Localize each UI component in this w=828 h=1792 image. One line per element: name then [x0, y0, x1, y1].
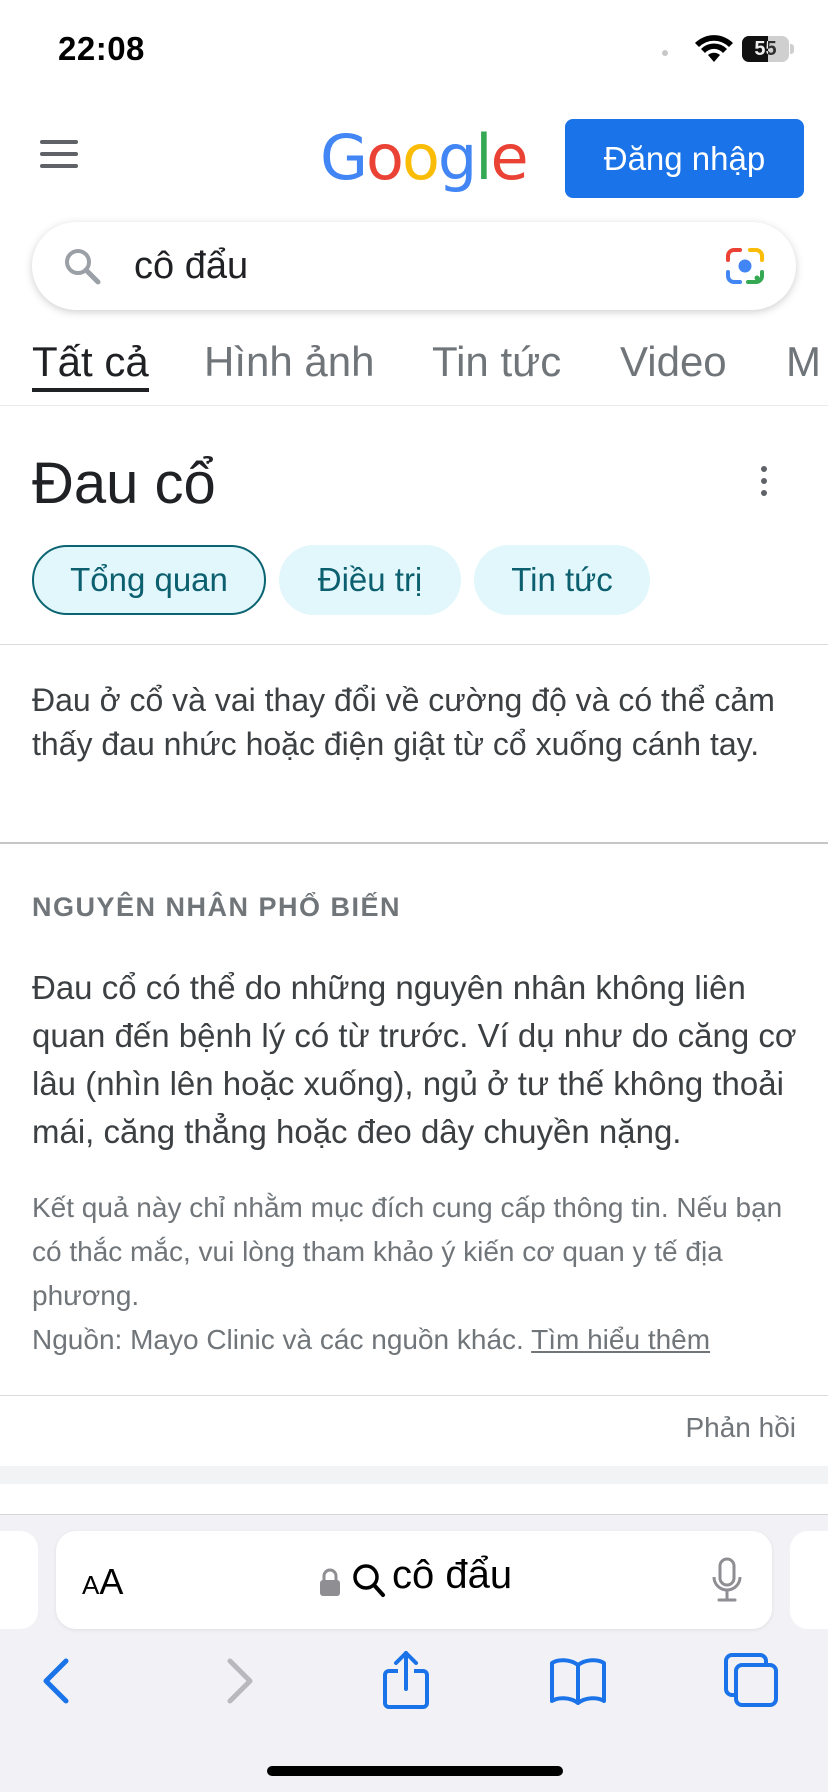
- home-indicator[interactable]: [267, 1766, 563, 1776]
- chip-overview[interactable]: Tổng quan: [32, 545, 266, 615]
- share-icon[interactable]: [376, 1651, 436, 1711]
- menu-icon[interactable]: [40, 140, 80, 170]
- chip-news[interactable]: Tin tức: [474, 545, 650, 615]
- divider: [0, 644, 828, 645]
- search-box[interactable]: cô đẩu: [32, 222, 796, 310]
- microphone-icon[interactable]: [710, 1557, 744, 1603]
- tab-news[interactable]: Tin tức: [432, 338, 561, 386]
- status-bar: 22:08 55: [0, 0, 828, 100]
- divider: [0, 842, 828, 844]
- section-heading: NGUYÊN NHÂN PHỔ BIẾN: [32, 892, 402, 922]
- bookmarks-icon[interactable]: [548, 1651, 608, 1711]
- section-text: Đau cổ có thể do những nguyên nhân không…: [32, 969, 797, 1150]
- disclaimer-text: Kết quả này chỉ nhằm mục đích cung cấp t…: [32, 1192, 783, 1311]
- google-logo[interactable]: Google: [320, 118, 529, 198]
- section-separator: [0, 1466, 828, 1484]
- source-text: Nguồn: Mayo Clinic và các nguồn khác.: [32, 1324, 524, 1355]
- forward-icon[interactable]: [206, 1651, 266, 1711]
- google-lens-icon[interactable]: [724, 246, 766, 286]
- previous-tab-peek[interactable]: [0, 1531, 38, 1629]
- next-tab-peek[interactable]: [790, 1531, 828, 1629]
- search-icon: [353, 1564, 385, 1597]
- tab-all[interactable]: Tất cả: [32, 338, 149, 392]
- search-tabs: Tất cả Hình ảnh Tin tức Video M: [0, 338, 828, 406]
- learn-more-link[interactable]: Tìm hiểu thêm: [531, 1324, 710, 1355]
- browser-toolbar: AA cô đẩu: [0, 1514, 828, 1792]
- status-time: 22:08: [58, 30, 145, 67]
- address-bar[interactable]: AA cô đẩu: [56, 1531, 772, 1629]
- tabs-icon[interactable]: [722, 1651, 782, 1711]
- divider: [0, 1395, 828, 1396]
- panel-title: Đau cổ: [32, 451, 216, 516]
- tab-video[interactable]: Video: [620, 338, 727, 386]
- search-input[interactable]: cô đẩu: [134, 222, 248, 310]
- battery-level: 55: [754, 38, 777, 60]
- feedback-link[interactable]: Phản hồi: [685, 1412, 796, 1444]
- chip-treatment[interactable]: Điều trị: [279, 545, 461, 615]
- more-options-icon[interactable]: [756, 466, 772, 498]
- signin-button[interactable]: Đăng nhập: [565, 119, 804, 198]
- disclaimer: Kết quả này chỉ nhằm mục đích cung cấp t…: [32, 1186, 802, 1362]
- text-size-button[interactable]: AA: [82, 1561, 123, 1603]
- panel-summary: Đau ở cổ và vai thay đổi về cường độ và …: [32, 682, 775, 762]
- address-text[interactable]: cô đẩu: [392, 1553, 512, 1598]
- back-icon[interactable]: [30, 1651, 90, 1711]
- battery-icon: 55: [742, 36, 794, 62]
- tab-images[interactable]: Hình ảnh: [204, 338, 374, 386]
- tab-more[interactable]: M: [786, 338, 821, 386]
- search-icon: [65, 249, 101, 285]
- indicator-dot: [662, 50, 668, 56]
- wifi-icon: [695, 35, 733, 62]
- lock-icon: [320, 1568, 340, 1596]
